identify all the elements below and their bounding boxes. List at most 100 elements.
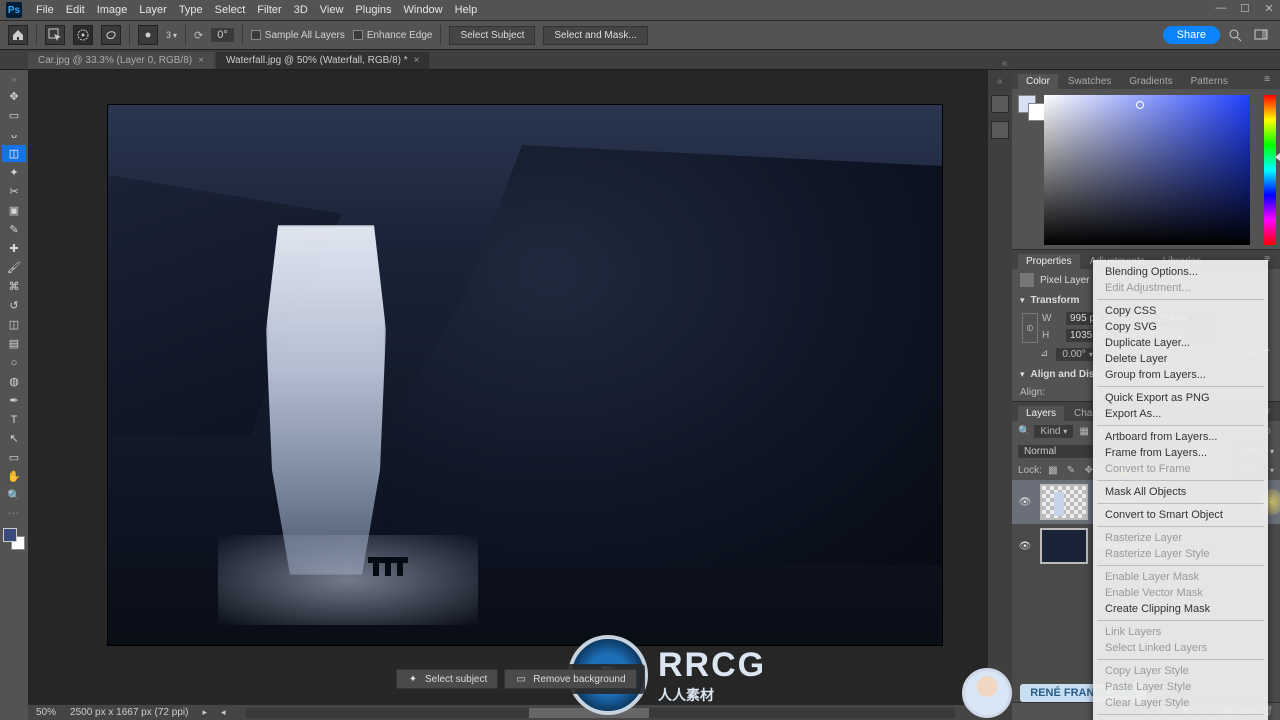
- tool-spot-heal[interactable]: ✚: [2, 240, 26, 257]
- document-canvas[interactable]: [108, 105, 942, 645]
- context-menu-item[interactable]: Export As...: [1093, 406, 1268, 422]
- tool-history-brush[interactable]: ↺: [2, 297, 26, 314]
- tool-gradient[interactable]: ▤: [2, 335, 26, 352]
- angle-value[interactable]: 0°: [211, 28, 234, 42]
- panel-tab-gradients[interactable]: Gradients: [1121, 74, 1180, 89]
- context-menu-item[interactable]: Convert to Smart Object: [1093, 507, 1268, 523]
- filter-pixel-icon[interactable]: ▦: [1077, 426, 1091, 437]
- menu-layer[interactable]: Layer: [133, 2, 173, 18]
- tool-path-select[interactable]: ↖: [2, 430, 26, 447]
- tool-zoom[interactable]: 🔍: [2, 487, 26, 504]
- layer-visibility-icon[interactable]: 👁: [1018, 541, 1032, 552]
- panel-tab-layers[interactable]: Layers: [1018, 406, 1064, 421]
- tool-move[interactable]: ✥: [2, 88, 26, 105]
- panel-tab-patterns[interactable]: Patterns: [1183, 74, 1236, 89]
- context-menu-item[interactable]: Copy SVG: [1093, 319, 1268, 335]
- menu-help[interactable]: Help: [449, 2, 484, 18]
- menu-filter[interactable]: Filter: [251, 2, 287, 18]
- context-menu-item[interactable]: Copy CSS: [1093, 303, 1268, 319]
- tool-dodge[interactable]: ◍: [2, 373, 26, 390]
- share-button[interactable]: Share: [1163, 26, 1220, 44]
- close-icon[interactable]: ✕: [1262, 2, 1276, 15]
- menu-type[interactable]: Type: [173, 2, 209, 18]
- color-picker[interactable]: [1012, 89, 1280, 249]
- tool-eyedropper[interactable]: ✎: [2, 221, 26, 238]
- filter-kind-select[interactable]: Kind ▾: [1034, 425, 1073, 438]
- status-arrow-icon[interactable]: ▸: [202, 707, 207, 718]
- filter-search-icon[interactable]: 🔍: [1018, 426, 1030, 437]
- home-icon[interactable]: [8, 25, 28, 45]
- menu-select[interactable]: Select: [209, 2, 252, 18]
- workspace-icon[interactable]: [1254, 28, 1272, 42]
- tool-type[interactable]: T: [2, 411, 26, 428]
- tool-crop[interactable]: ✂: [2, 183, 26, 200]
- tab-close-icon[interactable]: ×: [414, 55, 420, 66]
- document-info[interactable]: 2500 px x 1667 px (72 ppi): [70, 707, 188, 718]
- context-menu-item[interactable]: Duplicate Layer...: [1093, 335, 1268, 351]
- tool-brush[interactable]: 🖌: [2, 259, 26, 276]
- collapsed-panel-icon[interactable]: [991, 121, 1009, 139]
- scroll-left-icon[interactable]: ◂: [221, 707, 226, 718]
- panel-tab-properties[interactable]: Properties: [1018, 254, 1080, 269]
- context-menu-item[interactable]: Group from Layers...: [1093, 367, 1268, 383]
- menu-view[interactable]: View: [314, 2, 350, 18]
- context-menu-item[interactable]: Frame from Layers...: [1093, 445, 1268, 461]
- tool-pen[interactable]: ✒: [2, 392, 26, 409]
- context-menu-item[interactable]: Delete Layer: [1093, 351, 1268, 367]
- search-icon[interactable]: [1228, 28, 1246, 42]
- menu-image[interactable]: Image: [91, 2, 134, 18]
- enhance-edge-checkbox[interactable]: Enhance Edge: [353, 30, 433, 41]
- menu-plugins[interactable]: Plugins: [349, 2, 397, 18]
- brush-preview-icon[interactable]: [138, 25, 158, 45]
- tool-blur[interactable]: ○: [2, 354, 26, 371]
- maximize-icon[interactable]: ☐: [1238, 2, 1252, 15]
- tool-marquee[interactable]: ▭: [2, 107, 26, 124]
- panel-tab-swatches[interactable]: Swatches: [1060, 74, 1119, 89]
- menu-3d[interactable]: 3D: [288, 2, 314, 18]
- context-menu-item[interactable]: Create Clipping Mask: [1093, 601, 1268, 617]
- context-menu-item[interactable]: Quick Export as PNG: [1093, 390, 1268, 406]
- collapse-arrow-icon[interactable]: «: [1002, 58, 1008, 69]
- color-field[interactable]: [1044, 95, 1250, 245]
- document-tab[interactable]: Car.jpg @ 33.3% (Layer 0, RGB/8)×: [28, 52, 214, 69]
- remove-background-task-button[interactable]: ▭Remove background: [504, 669, 636, 689]
- collapsed-panel-icon[interactable]: [991, 95, 1009, 113]
- tab-close-icon[interactable]: ×: [198, 55, 204, 66]
- menu-window[interactable]: Window: [398, 2, 449, 18]
- toolbar-expand-icon[interactable]: »: [11, 74, 16, 86]
- sample-all-layers-checkbox[interactable]: Sample All Layers: [251, 30, 345, 41]
- tool-eraser[interactable]: ◫: [2, 316, 26, 333]
- panel-tab-color[interactable]: Color: [1018, 74, 1058, 89]
- select-and-mask-button[interactable]: Select and Mask...: [543, 26, 647, 45]
- tool-object-select[interactable]: ◫: [2, 145, 26, 162]
- context-menu-item[interactable]: Mask All Objects: [1093, 484, 1268, 500]
- tool-hand[interactable]: ✋: [2, 468, 26, 485]
- menu-edit[interactable]: Edit: [60, 2, 91, 18]
- tool-clone[interactable]: ⌘: [2, 278, 26, 295]
- tool-frame[interactable]: ▣: [2, 202, 26, 219]
- color-swatch-tool[interactable]: [3, 528, 25, 550]
- mode-quick-select-icon[interactable]: [73, 25, 93, 45]
- context-menu-item[interactable]: Blending Options...: [1093, 264, 1268, 280]
- active-tool-icon[interactable]: [45, 25, 65, 45]
- select-subject-button[interactable]: Select Subject: [449, 26, 535, 45]
- tool-lasso[interactable]: ᴗ: [2, 126, 26, 143]
- canvas-area[interactable]: ✦Select subject ▭Remove background R RRC…: [28, 70, 988, 720]
- zoom-level[interactable]: 50%: [36, 707, 56, 718]
- select-subject-task-button[interactable]: ✦Select subject: [396, 669, 498, 689]
- link-dimensions-icon[interactable]: ⦶: [1022, 313, 1038, 343]
- color-swatches[interactable]: [1018, 95, 1046, 121]
- lock-paint-icon[interactable]: ✎: [1064, 465, 1078, 476]
- panel-menu-icon[interactable]: ≡: [1260, 74, 1274, 89]
- layer-thumbnail[interactable]: [1040, 528, 1088, 564]
- lock-transparency-icon[interactable]: ▩: [1046, 465, 1060, 476]
- context-menu-item[interactable]: Artboard from Layers...: [1093, 429, 1268, 445]
- menu-file[interactable]: File: [30, 2, 60, 18]
- layer-visibility-icon[interactable]: 👁: [1018, 497, 1032, 508]
- minimize-icon[interactable]: —: [1214, 2, 1228, 15]
- layer-thumbnail[interactable]: [1040, 484, 1088, 520]
- mode-lasso-icon[interactable]: [101, 25, 121, 45]
- tool-magic-wand[interactable]: ✦: [2, 164, 26, 181]
- document-tab[interactable]: Waterfall.jpg @ 50% (Waterfall, RGB/8) *…: [216, 52, 430, 69]
- collapse-arrow-icon[interactable]: «: [997, 76, 1003, 87]
